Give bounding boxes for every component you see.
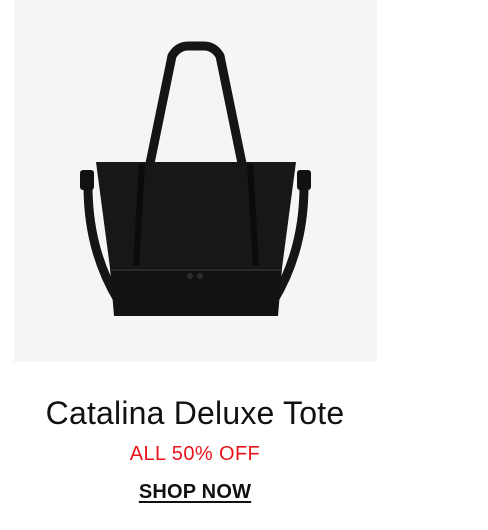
product-title: Catalina Deluxe Tote: [45, 395, 345, 431]
promo-text: ALL 50% OFF: [129, 443, 261, 465]
bag-body: [96, 162, 296, 268]
clip-left: [80, 170, 94, 190]
clip-right: [297, 170, 311, 190]
cta-container: SHOP NOW: [0, 480, 390, 504]
product-card: Catalina Deluxe Tote ALL 50% OFF SHOP NO…: [0, 0, 488, 530]
product-image[interactable]: [14, 0, 377, 362]
shop-now-link[interactable]: SHOP NOW: [139, 480, 251, 504]
bottom-compartment: [110, 268, 282, 316]
tote-bag-image: [80, 41, 311, 316]
